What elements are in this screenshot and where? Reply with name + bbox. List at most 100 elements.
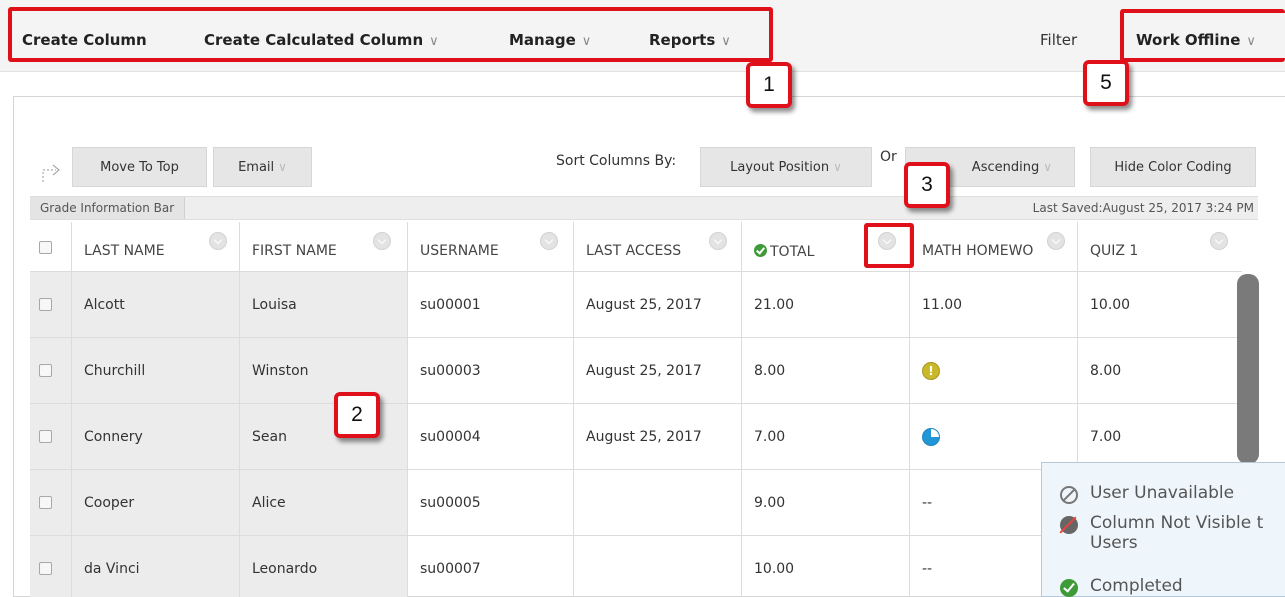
row-select-cell <box>30 272 72 337</box>
cell-quiz-1[interactable]: 10.00 <box>1078 272 1242 337</box>
cell-first-name: Winston <box>240 338 408 403</box>
table-row: Churchill Winston su00003 August 25, 201… <box>30 338 1242 404</box>
grade-information-tab[interactable]: Grade Information Bar <box>30 197 186 219</box>
cell-last-access <box>574 470 742 535</box>
cell-last-access: August 25, 2017 <box>574 404 742 469</box>
column-header-first-name[interactable]: FIRST NAME <box>240 222 408 272</box>
cell-total[interactable]: 21.00 <box>742 272 910 337</box>
cell-quiz-1[interactable]: 7.00 <box>1078 404 1242 469</box>
column-menu-icon[interactable] <box>1047 232 1065 250</box>
cell-math-homework[interactable] <box>910 404 1078 469</box>
callout-frame-work-offline <box>1120 9 1285 62</box>
callout-number-3: 3 <box>904 162 950 208</box>
select-all-checkbox[interactable] <box>39 240 52 254</box>
move-to-top-label: Move To Top <box>100 159 179 175</box>
table-row: Connery Sean su00004 August 25, 2017 7.0… <box>30 404 1242 470</box>
cell-quiz-1[interactable]: 8.00 <box>1078 338 1242 403</box>
cell-total[interactable]: 8.00 <box>742 338 910 403</box>
cell-first-name: Sean <box>240 404 408 469</box>
order-label: Or <box>880 149 897 165</box>
hide-color-coding-button[interactable]: Hide Color Coding <box>1090 147 1256 187</box>
chevron-down-icon: ∨ <box>833 160 842 174</box>
row-checkbox[interactable] <box>39 430 52 443</box>
cell-total[interactable]: 10.00 <box>742 536 910 597</box>
legend-label: Users <box>1090 533 1138 553</box>
cell-first-name: Leonardo <box>240 536 408 597</box>
hide-color-coding-label: Hide Color Coding <box>1114 159 1232 175</box>
cell-last-name: Alcott <box>72 272 240 337</box>
callout-number-1: 1 <box>746 62 792 108</box>
legend-label: Completed <box>1090 576 1183 596</box>
row-checkbox[interactable] <box>39 562 52 575</box>
cell-last-name: Connery <box>72 404 240 469</box>
legend-label: Column Not Visible t <box>1090 513 1264 533</box>
column-header-last-name[interactable]: LAST NAME <box>72 222 240 272</box>
filter-link[interactable]: Filter <box>1040 31 1077 49</box>
column-not-visible-icon <box>1060 516 1078 534</box>
sort-columns-label: Sort Columns By: <box>556 153 677 169</box>
cell-last-name: Cooper <box>72 470 240 535</box>
column-label: USERNAME <box>420 243 499 259</box>
cell-username: su00005 <box>408 470 574 535</box>
grade-information-bar: Grade Information Bar Last Saved:August … <box>30 196 1258 220</box>
row-select-cell <box>30 404 72 469</box>
in-progress-icon <box>922 427 940 446</box>
table-row: Alcott Louisa su00001 August 25, 2017 21… <box>30 272 1242 338</box>
row-select-cell <box>30 536 72 597</box>
column-label: FIRST NAME <box>252 243 337 259</box>
column-label: LAST ACCESS <box>586 243 682 259</box>
cell-math-homework[interactable]: ! <box>910 338 1078 403</box>
column-header-username[interactable]: USERNAME <box>408 222 574 272</box>
arrow-icon <box>42 164 60 182</box>
row-checkbox[interactable] <box>39 496 52 509</box>
select-all-cell <box>30 222 72 272</box>
column-label: TOTAL <box>770 243 815 260</box>
layout-position-label: Layout Position <box>730 159 830 175</box>
column-menu-icon[interactable] <box>709 232 727 250</box>
column-menu-icon[interactable] <box>373 232 391 250</box>
column-menu-icon[interactable] <box>209 232 227 250</box>
column-menu-icon[interactable] <box>540 232 558 250</box>
row-select-cell <box>30 338 72 403</box>
needs-grading-icon: ! <box>922 361 940 380</box>
callout-number-5: 5 <box>1083 60 1129 106</box>
legend-item-completed: Completed <box>1060 576 1183 597</box>
ascending-label: Ascending <box>971 159 1040 175</box>
cell-username: su00004 <box>408 404 574 469</box>
cell-username: su00003 <box>408 338 574 403</box>
sort-layout-position-select[interactable]: Layout Position ∨ <box>700 147 872 187</box>
legend-item-user-unavailable: User Unavailable <box>1060 483 1234 504</box>
column-header-last-access[interactable]: LAST ACCESS <box>574 222 742 272</box>
cell-last-access: August 25, 2017 <box>574 338 742 403</box>
row-select-cell <box>30 470 72 535</box>
column-header-math-homework[interactable]: MATH HOMEWO <box>910 222 1078 272</box>
cell-username: su00007 <box>408 536 574 597</box>
column-header-quiz-1[interactable]: QUIZ 1 <box>1078 222 1242 272</box>
email-label: Email <box>238 159 275 175</box>
email-menu[interactable]: Email ∨ <box>213 147 312 187</box>
column-label: MATH HOMEWO <box>922 243 1034 259</box>
cell-total[interactable]: 9.00 <box>742 470 910 535</box>
cell-last-name: Churchill <box>72 338 240 403</box>
move-to-top-button[interactable]: Move To Top <box>72 147 207 187</box>
cell-username: su00001 <box>408 272 574 337</box>
column-menu-icon[interactable] <box>1210 232 1228 250</box>
callout-frame-action-bar <box>8 7 773 62</box>
user-unavailable-icon <box>1060 486 1078 504</box>
cell-last-access: August 25, 2017 <box>574 272 742 337</box>
grid-header-row: LAST NAME FIRST NAME USERNAME LAST ACCES… <box>30 222 1242 272</box>
cell-total[interactable]: 7.00 <box>742 404 910 469</box>
column-label: QUIZ 1 <box>1090 243 1139 259</box>
check-circle-icon <box>754 243 767 257</box>
legend-item-column-not-visible: Column Not Visible t Users <box>1060 513 1263 553</box>
last-saved-text: Last Saved:August 25, 2017 3:24 PM <box>1032 201 1254 215</box>
row-checkbox[interactable] <box>39 364 52 377</box>
vertical-scrollbar[interactable] <box>1237 274 1259 464</box>
chevron-down-icon: ∨ <box>1043 160 1052 174</box>
column-label: LAST NAME <box>84 243 165 259</box>
chevron-down-icon: ∨ <box>278 160 287 174</box>
callout-frame-column-menu <box>864 223 914 268</box>
cell-math-homework[interactable]: 11.00 <box>910 272 1078 337</box>
row-checkbox[interactable] <box>39 298 52 311</box>
cell-last-access <box>574 536 742 597</box>
